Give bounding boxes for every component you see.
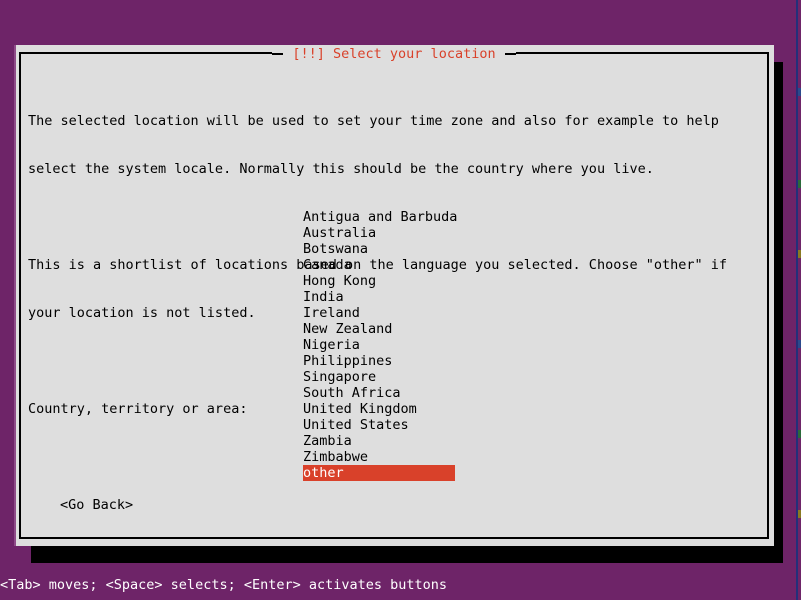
list-item-label: United Kingdom bbox=[303, 401, 417, 417]
list-item-label: Singapore bbox=[303, 369, 377, 385]
list-item-label: Hong Kong bbox=[303, 273, 377, 289]
list-item[interactable]: Ireland bbox=[303, 305, 455, 321]
list-item[interactable]: South Africa bbox=[303, 385, 455, 401]
list-item[interactable]: Hong Kong bbox=[303, 273, 455, 289]
list-item[interactable]: Nigeria bbox=[303, 337, 455, 353]
body-line-1: The selected location will be used to se… bbox=[28, 113, 719, 129]
list-item-label: other bbox=[303, 465, 344, 481]
status-bar-hint: <Tab> moves; <Space> selects; <Enter> ac… bbox=[0, 577, 448, 593]
go-back-button[interactable]: <Go Back> bbox=[60, 497, 133, 513]
list-item-label: South Africa bbox=[303, 385, 401, 401]
list-item[interactable]: Antigua and Barbuda bbox=[303, 209, 458, 225]
list-item-label: Philippines bbox=[303, 353, 393, 369]
list-item-label: Canada bbox=[303, 257, 352, 273]
list-item-label: United States bbox=[303, 417, 409, 433]
country-list[interactable]: Antigua and Barbuda Australia Botswana Cana… bbox=[303, 209, 633, 481]
list-item[interactable]: Australia bbox=[303, 225, 455, 241]
list-item[interactable]: Zimbabwe bbox=[303, 449, 455, 465]
list-item-label: Ireland bbox=[303, 305, 360, 321]
list-item[interactable]: Zambia bbox=[303, 433, 455, 449]
list-item-label: Australia bbox=[303, 225, 377, 241]
list-item[interactable]: Canada bbox=[303, 257, 455, 273]
dialog-left-edge bbox=[14, 45, 16, 546]
list-item[interactable]: New Zealand bbox=[303, 321, 455, 337]
list-item[interactable]: United States bbox=[303, 417, 455, 433]
list-item[interactable]: other bbox=[303, 465, 455, 481]
list-item[interactable]: United Kingdom bbox=[303, 401, 455, 417]
list-item-label: India bbox=[303, 289, 344, 305]
list-item-label: New Zealand bbox=[303, 321, 393, 337]
installer-screen: [!!] Select your location The selected l… bbox=[0, 0, 801, 600]
list-item-label: Zambia bbox=[303, 433, 352, 449]
list-item-label: Antigua and Barbuda bbox=[303, 209, 458, 225]
list-item[interactable]: Singapore bbox=[303, 369, 455, 385]
list-item[interactable]: Botswana bbox=[303, 241, 455, 257]
list-item-label: Nigeria bbox=[303, 337, 360, 353]
list-item[interactable]: India bbox=[303, 289, 455, 305]
list-item-label: Zimbabwe bbox=[303, 449, 369, 465]
list-item-label: Botswana bbox=[303, 241, 369, 257]
body-line-2: select the system locale. Normally this … bbox=[28, 161, 654, 177]
list-item[interactable]: Philippines bbox=[303, 353, 455, 369]
